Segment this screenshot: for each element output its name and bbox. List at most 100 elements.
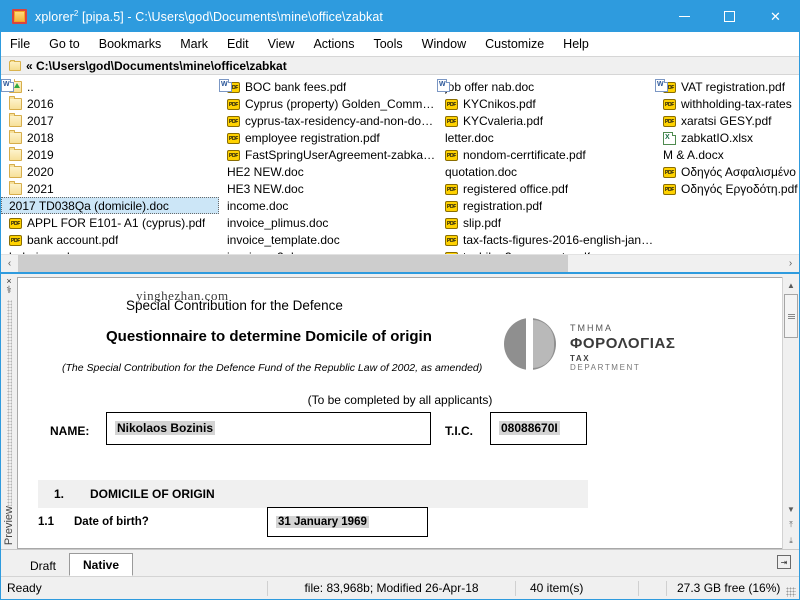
excel-icon — [663, 131, 676, 145]
menu-bookmarks[interactable]: Bookmarks — [99, 37, 162, 51]
file-list-item[interactable]: PDF Cyprus (property) Golden_Comman… — [219, 95, 437, 112]
name-field-value: Nikolaos Bozinis — [115, 421, 216, 435]
preview-document-view[interactable]: yinghezhan.com Special Contribution for … — [17, 277, 782, 549]
file-list-hscrollbar[interactable]: ‹ › — [1, 254, 799, 272]
file-list-item[interactable]: invoice_plimus.doc — [219, 79, 437, 231]
file-list-item[interactable]: PDF xaratsi GESY.pdf — [655, 112, 799, 129]
pdf-icon: PDF — [227, 99, 240, 110]
file-list-item[interactable]: PDF withholding-tax-rates — [655, 95, 799, 112]
file-name-label: Οδηγός Εργοδότη.pdf — [681, 181, 798, 196]
file-name-label: FastSpringUserAgreement-zabkat.pdf — [245, 147, 437, 162]
maximize-button[interactable] — [707, 1, 752, 32]
pdf-icon: PDF — [227, 116, 240, 127]
file-column-2: PDF BOC bank fees.pdf PDF Cyprus (property)… — [219, 78, 437, 264]
hscroll-left-arrow-icon[interactable]: ‹ — [1, 255, 18, 272]
folder-icon — [9, 59, 21, 71]
file-list-item[interactable]: PDF slip.pdf — [437, 214, 655, 231]
file-list-item[interactable]: PDF KYCvaleria.pdf — [437, 112, 655, 129]
menu-actions[interactable]: Actions — [313, 37, 354, 51]
window-resize-grip[interactable] — [786, 587, 796, 597]
preview-vscrollbar[interactable]: ▲ ▼ ⤒ ⤓ — [782, 277, 799, 549]
preview-close-icon[interactable]: × — [6, 277, 11, 286]
breadcrumb-bar[interactable]: « C:\Users\god\Documents\mine\office\zab… — [1, 56, 799, 75]
file-list-item[interactable]: invoice_template.doc — [219, 79, 437, 248]
file-list-item[interactable]: HE3 NEW.doc — [219, 79, 437, 197]
menu-customize[interactable]: Customize — [485, 37, 544, 51]
file-list-item[interactable]: 2019 — [1, 146, 219, 163]
file-list-item[interactable]: PDF cyprus-tax-residency-and-non-do… — [219, 112, 437, 129]
file-name-label: slip.pdf — [463, 215, 502, 230]
question-1-1-value: 31 January 1969 — [276, 516, 369, 528]
file-list-item[interactable]: PDF bank account.pdf — [1, 231, 219, 248]
menu-help[interactable]: Help — [563, 37, 589, 51]
file-list-item[interactable]: PDF registration.pdf — [437, 197, 655, 214]
tab-bar-options-icon[interactable]: ⇥ — [777, 555, 791, 569]
file-list-item[interactable]: PDF KYCnikos.pdf — [437, 95, 655, 112]
menu-window[interactable]: Window — [422, 37, 466, 51]
vscroll-thumb[interactable] — [784, 294, 798, 338]
xplorer-window: xplorer2 [pipa.5] - C:\Users\god\Documen… — [0, 0, 800, 600]
file-list-item[interactable]: income.doc — [219, 79, 437, 214]
hscroll-right-arrow-icon[interactable]: › — [782, 255, 799, 272]
minimize-button[interactable] — [662, 1, 707, 32]
file-list-item[interactable]: M & A.docx — [655, 79, 799, 163]
file-list-item[interactable]: PDF Οδηγός Εργοδότη.pdf — [655, 180, 799, 197]
file-list-item[interactable]: PDF tax-facts-figures-2016-english-janu… — [437, 231, 655, 248]
file-name-label: xaratsi GESY.pdf — [681, 113, 772, 128]
file-list-item[interactable]: PDF VAT registration.pdf — [655, 78, 799, 95]
file-list-item[interactable]: letter.doc — [437, 79, 655, 146]
file-name-label: .. — [27, 79, 34, 94]
logo-line-3: TAX DEPARTMENT — [570, 354, 664, 372]
minimize-icon — [679, 16, 690, 17]
file-list-item[interactable]: quotation.doc — [437, 79, 655, 180]
file-list-item[interactable]: PDF FastSpringUserAgreement-zabkat.pdf — [219, 146, 437, 163]
file-list-item[interactable]: 2017 — [1, 112, 219, 129]
file-list-item[interactable]: PDF Οδηγός Ασφαλισμένο — [655, 163, 799, 180]
file-list-item[interactable]: 2020 — [1, 163, 219, 180]
file-name-label: Cyprus (property) Golden_Comman… — [245, 96, 437, 111]
file-name-label: 2017 — [27, 113, 54, 128]
file-list-item[interactable]: 2021 — [1, 180, 219, 197]
file-list-item[interactable]: 2018 — [1, 129, 219, 146]
file-list-pane[interactable]: .. 2016 2017 2018 2019 2020 2021 2017 TD038Qa (… — [1, 75, 799, 272]
status-ready: Ready — [7, 581, 42, 595]
menu-edit[interactable]: Edit — [227, 37, 249, 51]
file-list-item[interactable]: HE2 NEW.doc — [219, 79, 437, 180]
document-subheading: (The Special Contribution for the Defenc… — [62, 362, 483, 374]
logo-line-1: ΤΜΗΜΑ — [570, 323, 613, 333]
file-list-item[interactable]: .. — [1, 78, 219, 95]
hscroll-thumb[interactable] — [18, 255, 569, 272]
preview-pin-icon[interactable]: ⚕ — [6, 286, 11, 296]
menu-goto[interactable]: Go to — [49, 37, 80, 51]
file-list-item[interactable]: zabkatIO.xlsx — [655, 129, 799, 146]
file-list-item[interactable]: 2016 — [1, 95, 219, 112]
vscroll-page-down-icon[interactable]: ⤓ — [783, 533, 799, 549]
question-1-1-box[interactable]: 31 January 1969 — [267, 507, 428, 537]
menu-mark[interactable]: Mark — [180, 37, 208, 51]
file-list-item[interactable]: PDF registered office.pdf — [437, 180, 655, 197]
menu-view[interactable]: View — [268, 37, 295, 51]
tax-department-logo: ΤΜΗΜΑ ΦΟΡΟΛΟΓΙΑΣ TAX DEPARTMENT — [504, 318, 675, 374]
menu-tools[interactable]: Tools — [373, 37, 402, 51]
file-name-label: withholding-tax-rates — [681, 96, 792, 111]
hscroll-track[interactable] — [18, 255, 782, 272]
menu-file[interactable]: File — [10, 37, 30, 51]
logo-line-3-bold: TAX — [570, 354, 591, 363]
close-button[interactable]: ✕ — [752, 1, 799, 32]
file-name-label: invoice_plimus.doc — [227, 215, 329, 230]
file-list-item[interactable]: 2017 TD038Qa (domicile).doc — [1, 79, 219, 214]
window-title-app: xplorer — [35, 10, 74, 25]
file-list-item[interactable]: PDF nondom-cerrtificate.pdf — [437, 146, 655, 163]
name-field-box[interactable]: Nikolaos Bozinis — [106, 412, 431, 445]
vscroll-page-up-icon[interactable]: ⤒ — [783, 517, 799, 533]
tab-draft[interactable]: Draft — [17, 555, 69, 576]
file-list-item[interactable]: PDF BOC bank fees.pdf — [219, 78, 437, 95]
file-list-item[interactable]: job offer nab.doc — [437, 78, 655, 95]
vscroll-up-arrow-icon[interactable]: ▲ — [783, 277, 799, 293]
tab-native[interactable]: Native — [69, 553, 134, 576]
preview-grip-dots[interactable] — [6, 300, 12, 506]
file-list-item[interactable]: PDF APPL FOR E101- A1 (cyprus).pdf — [1, 214, 219, 231]
file-list-item[interactable]: PDF employee registration.pdf — [219, 129, 437, 146]
vscroll-down-arrow-icon[interactable]: ▼ — [783, 501, 799, 517]
tic-field-box[interactable]: 08088670I — [490, 412, 587, 445]
